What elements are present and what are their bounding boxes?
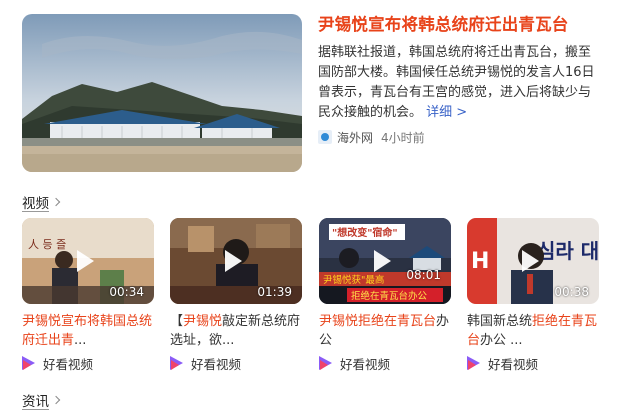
thumb-caption-text: 尹锡悦获"最高: [323, 274, 384, 286]
news-section-header[interactable]: 资讯: [22, 390, 61, 410]
thumb-side-text: H: [471, 249, 489, 274]
blue-house-photo[interactable]: [22, 14, 302, 172]
play-icon: [522, 250, 539, 272]
video-duration: 01:39: [257, 285, 292, 299]
video-source-label: 好看视频: [43, 356, 94, 372]
chevron-right-icon: [51, 395, 61, 405]
news-time: 4小时前: [381, 130, 425, 145]
video-duration: 00:34: [109, 285, 144, 299]
video-title[interactable]: 尹锡悦宣布将韩国总统府迁出青...: [22, 312, 154, 350]
video-source[interactable]: 好看视频: [170, 354, 302, 372]
video-source[interactable]: 好看视频: [467, 354, 599, 372]
video-title[interactable]: 【尹锡悦敲定新总统府选址，欲...: [170, 312, 302, 350]
haokan-logo-icon: [319, 356, 333, 370]
video-thumbnail[interactable]: "想改变"宿命" 尹锡悦获"最高 拒绝在青瓦台办公 08:01: [319, 218, 451, 304]
video-title[interactable]: 韩国新总统拒绝在青瓦台办公 ...: [467, 312, 599, 350]
video-card[interactable]: 01:39 【尹锡悦敲定新总统府选址，欲... 好看视频: [170, 218, 302, 376]
video-duration: 00:38: [554, 285, 589, 299]
video-thumbnail[interactable]: 人 등 즐 00:34: [22, 218, 154, 304]
video-section-header[interactable]: 视频: [22, 192, 61, 212]
thumb-banner-text: 拒绝在青瓦台办公: [351, 290, 428, 302]
news-card[interactable]: 尹锡悦宣布将韩总统府迁出青瓦台 据韩联社报道，韩国总统府将迁出青瓦台，搬至国防部…: [22, 14, 602, 176]
video-card[interactable]: 人 등 즐 00:34 尹锡悦宣布将韩国总统府迁出青... 好看视频: [22, 218, 154, 376]
news-meta: 海外网 4小时前: [318, 129, 602, 145]
video-list: 人 등 즐 00:34 尹锡悦宣布将韩国总统府迁出青... 好看视频 01:39…: [22, 218, 602, 378]
read-more-link[interactable]: 详细 >: [426, 105, 467, 120]
video-source-label: 好看视频: [340, 356, 391, 372]
haokan-logo-icon: [22, 356, 36, 370]
news-source[interactable]: 海外网: [337, 129, 373, 146]
video-thumbnail[interactable]: H 심라 대 00:38: [467, 218, 599, 304]
thumb-headline-text: "想改变"宿命": [332, 226, 398, 239]
thumb-sign-text: 심라 대: [537, 239, 599, 263]
video-source[interactable]: 好看视频: [22, 354, 154, 372]
thumb-sign-text: 人 등 즐: [28, 238, 66, 251]
video-duration: 08:01: [406, 268, 441, 282]
news-body: 尹锡悦宣布将韩总统府迁出青瓦台 据韩联社报道，韩国总统府将迁出青瓦台，搬至国防部…: [318, 14, 602, 145]
play-icon: [374, 250, 391, 272]
video-card[interactable]: H 심라 대 00:38 韩国新总统拒绝在青瓦台办公 ... 好看视频: [467, 218, 599, 376]
video-title[interactable]: 尹锡悦拒绝在青瓦台办公: [319, 312, 451, 350]
haokan-logo-icon: [170, 356, 184, 370]
video-card[interactable]: "想改变"宿命" 尹锡悦获"最高 拒绝在青瓦台办公 08:01 尹锡悦拒绝在青瓦…: [319, 218, 451, 376]
video-source[interactable]: 好看视频: [319, 354, 451, 372]
news-summary: 据韩联社报道，韩国总统府将迁出青瓦台，搬至国防部大楼。韩国候任总统尹锡悦的发言人…: [318, 43, 602, 123]
play-icon: [225, 250, 242, 272]
video-source-label: 好看视频: [488, 356, 539, 372]
chevron-right-icon: [51, 197, 61, 207]
video-source-label: 好看视频: [191, 356, 242, 372]
news-section-label: 资讯: [22, 394, 49, 410]
haiwai-logo-icon: [318, 130, 332, 144]
play-icon: [77, 250, 94, 272]
video-thumbnail[interactable]: 01:39: [170, 218, 302, 304]
video-section-label: 视频: [22, 196, 49, 212]
news-title[interactable]: 尹锡悦宣布将韩总统府迁出青瓦台: [318, 14, 602, 36]
haokan-logo-icon: [467, 356, 481, 370]
